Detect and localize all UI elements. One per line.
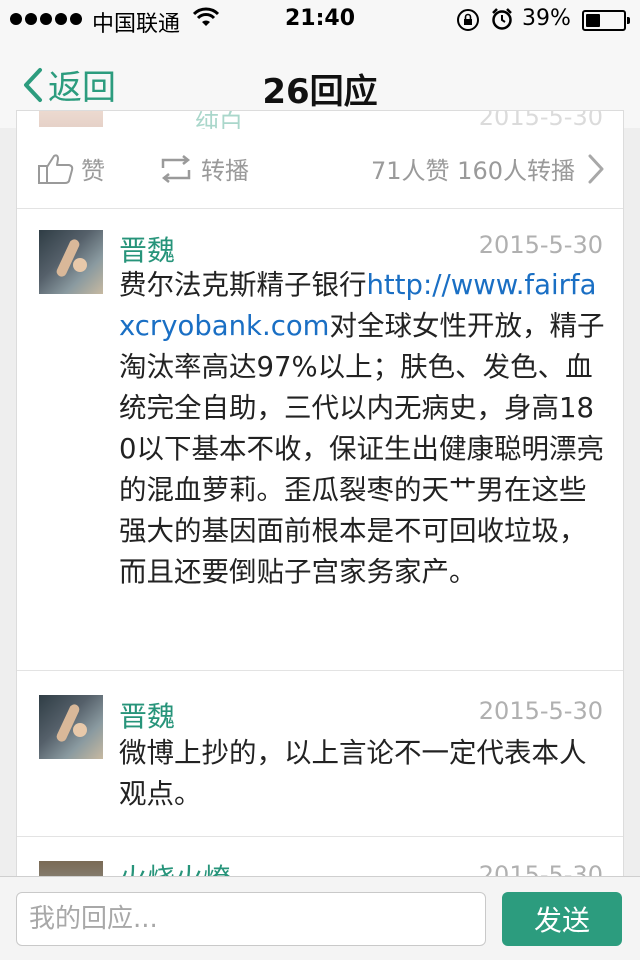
comment-item: 晋魏 2015-5-30 费尔法克斯精子银行http://www.fairfax… bbox=[17, 209, 623, 671]
comment-author[interactable]: 晋魏 bbox=[119, 695, 175, 735]
like-label: 赞 bbox=[81, 157, 105, 185]
comment-text: 微博上抄的，以上言论不一定代表本人观点。 bbox=[119, 737, 587, 810]
comment-text: 费尔法克斯精子银行http://www.fairfaxcryobank.com对… bbox=[119, 265, 609, 593]
comment-text-part: 对全球女性开放，精子淘汰率高达97%以上；肤色、发色、血统完全自助，三代以内无病… bbox=[119, 310, 605, 588]
comment-author[interactable]: 晋魏 bbox=[119, 229, 175, 269]
share-label: 转播 bbox=[201, 157, 249, 185]
likes-shares-stats[interactable]: 71人赞 160人转播 bbox=[371, 151, 575, 186]
reply-bar: 发送 bbox=[0, 876, 640, 960]
page-title: 26回应 bbox=[262, 72, 378, 112]
comment-date: 2015-5-30 bbox=[478, 111, 603, 129]
comment-text-part: 费尔法克斯精子银行 bbox=[119, 269, 367, 301]
comment-item: 晋魏 2015-5-30 微博上抄的，以上言论不一定代表本人观点。 bbox=[17, 671, 623, 837]
send-button[interactable]: 发送 bbox=[502, 892, 622, 946]
comment-date: 2015-5-30 bbox=[478, 231, 603, 259]
avatar[interactable] bbox=[39, 230, 103, 294]
replies-card: 纯白 2015-5-30 赞 转播 71人赞 160人转播 晋魏 2015-5-… bbox=[16, 110, 624, 960]
battery-percent: 39% bbox=[522, 6, 571, 31]
battery-fill bbox=[586, 14, 600, 27]
chevron-right-icon[interactable] bbox=[587, 153, 605, 185]
partial-top-comment: 纯白 2015-5-30 bbox=[17, 111, 623, 129]
avatar[interactable] bbox=[39, 695, 103, 759]
rotation-lock-icon bbox=[456, 8, 480, 38]
avatar bbox=[39, 111, 103, 127]
battery-icon bbox=[582, 10, 630, 31]
share-button[interactable]: 转播 bbox=[157, 151, 249, 186]
thumbs-up-icon bbox=[38, 153, 74, 184]
comment-date: 2015-5-30 bbox=[478, 697, 603, 725]
action-bar: 赞 转播 71人赞 160人转播 bbox=[17, 129, 623, 209]
alarm-icon bbox=[490, 7, 514, 37]
repost-icon bbox=[161, 154, 191, 183]
reply-input[interactable] bbox=[16, 892, 486, 946]
comment-author: 纯白 bbox=[195, 111, 243, 129]
like-button[interactable]: 赞 bbox=[37, 151, 105, 186]
stats-text: 71人赞 160人转播 bbox=[371, 157, 575, 185]
status-bar: 中国联通 21:40 39% bbox=[0, 0, 640, 40]
